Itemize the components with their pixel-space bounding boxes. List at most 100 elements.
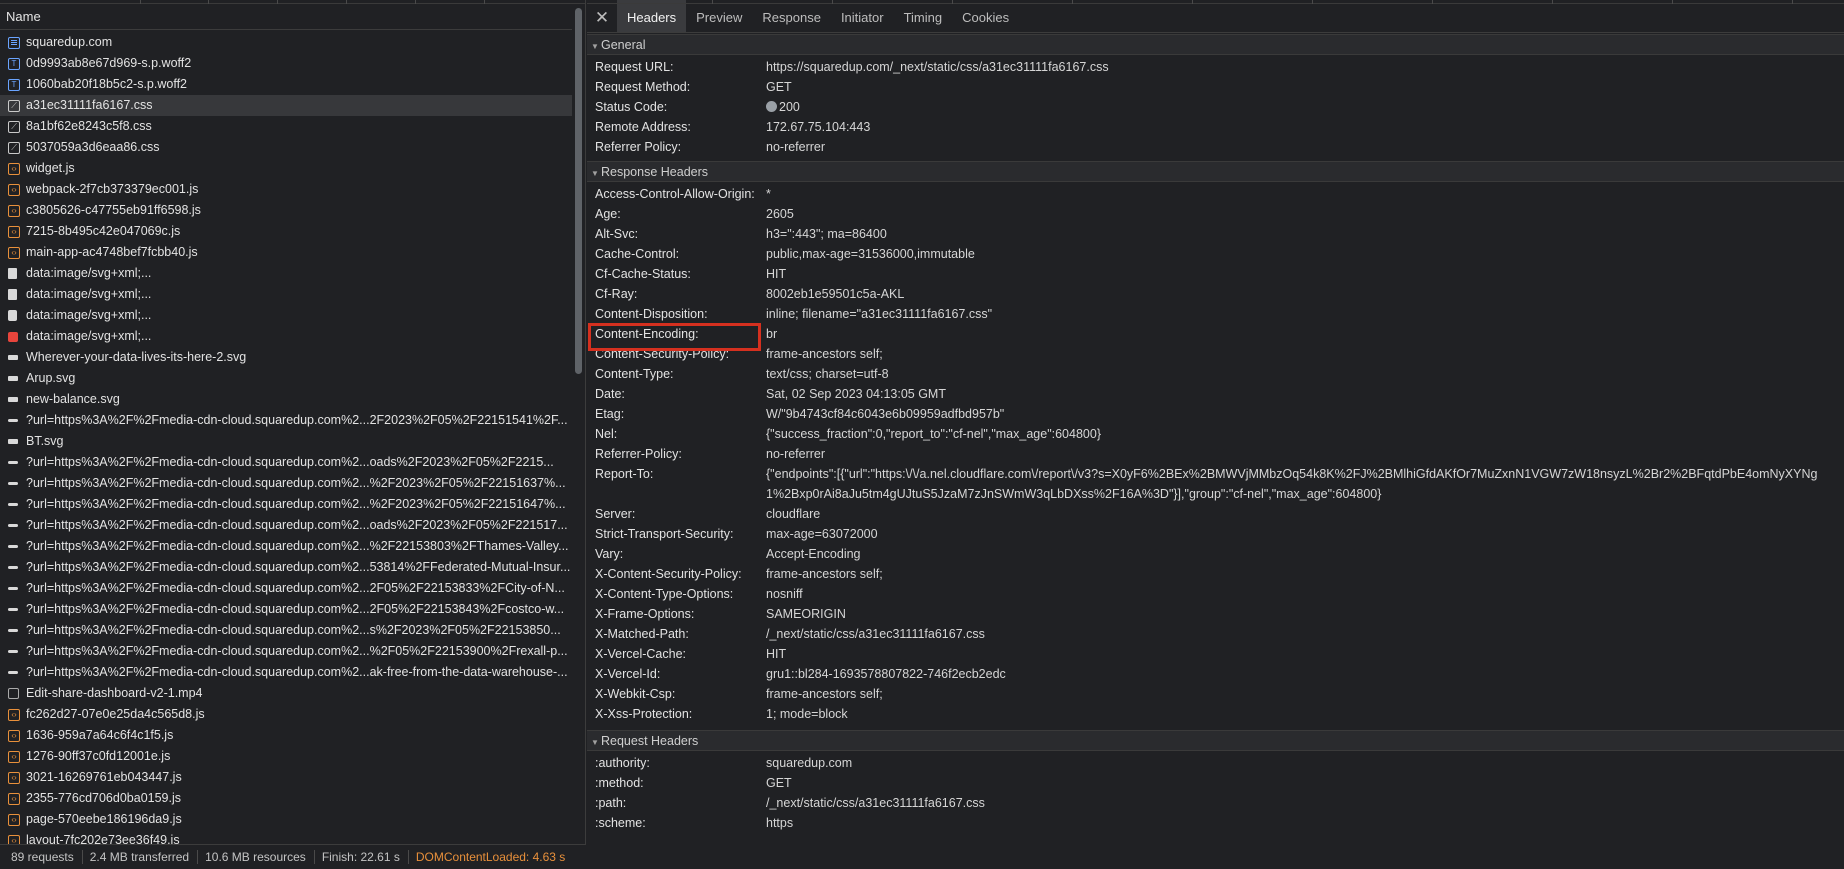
request-header-value[interactable]: https: [766, 813, 1844, 833]
request-row[interactable]: ‹› 3021-16269761eb043447.js: [0, 767, 572, 788]
response-header-value[interactable]: W/"9b4743cf84c6043e6b09959adfbd957b": [766, 404, 1844, 424]
request-header-value[interactable]: /_next/static/css/a31ec31111fa6167.css: [766, 793, 1844, 813]
request-row[interactable]: BT.svg: [0, 431, 572, 452]
request-row[interactable]: ⟋ 8a1bf62e8243c5f8.css: [0, 116, 572, 137]
response-header-value[interactable]: h3=":443"; ma=86400: [766, 224, 1844, 244]
request-row[interactable]: new-balance.svg: [0, 389, 572, 410]
response-header-row: Cf-Cache-Status: HIT: [587, 264, 1844, 284]
tab-response[interactable]: Response: [752, 0, 831, 32]
response-header-value[interactable]: {"endpoints":[{"url":"https:\/\/a.nel.cl…: [766, 464, 1844, 504]
request-row[interactable]: ‹› main-app-ac4748bef7fcbb40.js: [0, 242, 572, 263]
scrollbar-thumb[interactable]: [575, 8, 582, 374]
response-header-value[interactable]: 1; mode=block: [766, 704, 1844, 724]
response-header-value[interactable]: /_next/static/css/a31ec31111fa6167.css: [766, 624, 1844, 644]
response-header-value[interactable]: inline; filename="a31ec31111fa6167.css": [766, 304, 1844, 324]
response-header-value[interactable]: max-age=63072000: [766, 524, 1844, 544]
general-field-value[interactable]: 172.67.75.104:443: [766, 117, 1844, 137]
tab-cookies[interactable]: Cookies: [952, 0, 1019, 32]
tab-headers[interactable]: Headers: [617, 0, 687, 32]
response-header-value[interactable]: no-referrer: [766, 444, 1844, 464]
response-header-value[interactable]: nosniff: [766, 584, 1844, 604]
request-row[interactable]: ‹› 7215-8b495c42e047069c.js: [0, 221, 572, 242]
general-field-value[interactable]: GET: [766, 77, 1844, 97]
response-header-row: X-Vercel-Id: gru1::bl284-1693578807822-74…: [587, 664, 1844, 684]
request-row[interactable]: ‹› widget.js: [0, 158, 572, 179]
request-row[interactable]: ‹› 1276-90ff37c0fd12001e.js: [0, 746, 572, 767]
general-section-title: General: [601, 38, 646, 52]
response-header-value[interactable]: 2605: [766, 204, 1844, 224]
request-row[interactable]: ?url=https%3A%2F%2Fmedia-cdn-cloud.squar…: [0, 515, 572, 536]
request-row[interactable]: ‹› layout-7fc202e73ee36f49.js: [0, 830, 572, 844]
request-row[interactable]: ?url=https%3A%2F%2Fmedia-cdn-cloud.squar…: [0, 662, 572, 683]
script-icon: ‹›: [8, 771, 20, 784]
request-header-row: :path: /_next/static/css/a31ec31111fa6167…: [587, 793, 1844, 813]
response-header-value[interactable]: *: [766, 184, 1844, 204]
headers-content: ▼ General Request URL: https://squaredup.c…: [587, 34, 1844, 869]
request-row[interactable]: ⟋ a31ec31111fa6167.css: [0, 95, 572, 116]
request-row[interactable]: Edit-share-dashboard-v2-1.mp4: [0, 683, 572, 704]
request-list-scrollbar[interactable]: [573, 6, 583, 844]
general-field-value[interactable]: https://squaredup.com/_next/static/css/a…: [766, 57, 1844, 77]
response-header-value[interactable]: public,max-age=31536000,immutable: [766, 244, 1844, 264]
request-row[interactable]: data:image/svg+xml;...: [0, 263, 572, 284]
script-icon: ‹›: [8, 729, 20, 742]
response-header-value[interactable]: br: [766, 324, 1844, 344]
response-header-value[interactable]: 8002eb1e59501c5a-AKL: [766, 284, 1844, 304]
response-header-row: Server: cloudflare: [587, 504, 1844, 524]
response-header-value[interactable]: HIT: [766, 644, 1844, 664]
request-row[interactable]: data:image/svg+xml;...: [0, 284, 572, 305]
close-icon[interactable]: ✕: [587, 0, 617, 32]
response-header-value[interactable]: cloudflare: [766, 504, 1844, 524]
response-header-value[interactable]: {"success_fraction":0,"report_to":"cf-ne…: [766, 424, 1844, 444]
request-row[interactable]: ‹› webpack-2f7cb373379ec001.js: [0, 179, 572, 200]
request-row[interactable]: ⟋ 5037059a3d6eaa86.css: [0, 137, 572, 158]
request-header-value[interactable]: GET: [766, 773, 1844, 793]
request-row[interactable]: ?url=https%3A%2F%2Fmedia-cdn-cloud.squar…: [0, 536, 572, 557]
name-column-header[interactable]: Name: [0, 4, 572, 30]
request-row[interactable]: Wherever-your-data-lives-its-here-2.svg: [0, 347, 572, 368]
request-row[interactable]: ‹› c3805626-c47755eb91ff6598.js: [0, 200, 572, 221]
request-headers-section-header[interactable]: ▼ Request Headers: [587, 730, 1844, 751]
request-row[interactable]: squaredup.com: [0, 32, 572, 53]
timeline-overview-strip-right: [587, 0, 1844, 4]
request-header-value[interactable]: squaredup.com: [766, 753, 1844, 773]
request-row[interactable]: ?url=https%3A%2F%2Fmedia-cdn-cloud.squar…: [0, 410, 572, 431]
request-row[interactable]: ‹› page-570eebe186196da9.js: [0, 809, 572, 830]
tab-preview[interactable]: Preview: [686, 0, 752, 32]
response-header-name: Nel:: [595, 427, 618, 441]
request-row[interactable]: ‹› 2355-776cd706d0ba0159.js: [0, 788, 572, 809]
response-header-value[interactable]: Sat, 02 Sep 2023 04:13:05 GMT: [766, 384, 1844, 404]
general-field-value[interactable]: 200: [766, 97, 1844, 117]
response-header-value[interactable]: frame-ancestors self;: [766, 684, 1844, 704]
response-header-value[interactable]: frame-ancestors self;: [766, 344, 1844, 364]
response-header-name: X-Content-Security-Policy:: [595, 567, 742, 581]
response-header-name: Cf-Ray:: [595, 287, 638, 301]
request-row[interactable]: ?url=https%3A%2F%2Fmedia-cdn-cloud.squar…: [0, 599, 572, 620]
response-headers-section-header[interactable]: ▼ Response Headers: [587, 161, 1844, 182]
request-row[interactable]: ?url=https%3A%2F%2Fmedia-cdn-cloud.squar…: [0, 620, 572, 641]
request-row[interactable]: data:image/svg+xml;...: [0, 305, 572, 326]
response-header-value[interactable]: SAMEORIGIN: [766, 604, 1844, 624]
response-header-value[interactable]: HIT: [766, 264, 1844, 284]
request-row[interactable]: ?url=https%3A%2F%2Fmedia-cdn-cloud.squar…: [0, 578, 572, 599]
request-row[interactable]: T 0d9993ab8e67d969-s.p.woff2: [0, 53, 572, 74]
request-row[interactable]: ‹› 1636-959a7a64c6f4c1f5.js: [0, 725, 572, 746]
request-row[interactable]: data:image/svg+xml;...: [0, 326, 572, 347]
response-header-value[interactable]: Accept-Encoding: [766, 544, 1844, 564]
request-row[interactable]: ?url=https%3A%2F%2Fmedia-cdn-cloud.squar…: [0, 473, 572, 494]
request-row[interactable]: ?url=https%3A%2F%2Fmedia-cdn-cloud.squar…: [0, 557, 572, 578]
response-header-value[interactable]: gru1::bl284-1693578807822-746f2ecb2edc: [766, 664, 1844, 684]
request-row[interactable]: T 1060bab20f18b5c2-s.p.woff2: [0, 74, 572, 95]
general-section-header[interactable]: ▼ General: [587, 34, 1844, 55]
response-header-value[interactable]: text/css; charset=utf-8: [766, 364, 1844, 384]
request-row[interactable]: ?url=https%3A%2F%2Fmedia-cdn-cloud.squar…: [0, 641, 572, 662]
request-row[interactable]: ?url=https%3A%2F%2Fmedia-cdn-cloud.squar…: [0, 494, 572, 515]
tab-initiator[interactable]: Initiator: [831, 0, 894, 32]
tab-timing[interactable]: Timing: [894, 0, 953, 32]
response-header-value[interactable]: frame-ancestors self;: [766, 564, 1844, 584]
request-row[interactable]: ‹› fc262d27-07e0e25da4c565d8.js: [0, 704, 572, 725]
response-header-row: Etag: W/"9b4743cf84c6043e6b09959adfbd957b…: [587, 404, 1844, 424]
request-row[interactable]: ?url=https%3A%2F%2Fmedia-cdn-cloud.squar…: [0, 452, 572, 473]
request-row[interactable]: Arup.svg: [0, 368, 572, 389]
general-field-value[interactable]: no-referrer: [766, 137, 1844, 157]
